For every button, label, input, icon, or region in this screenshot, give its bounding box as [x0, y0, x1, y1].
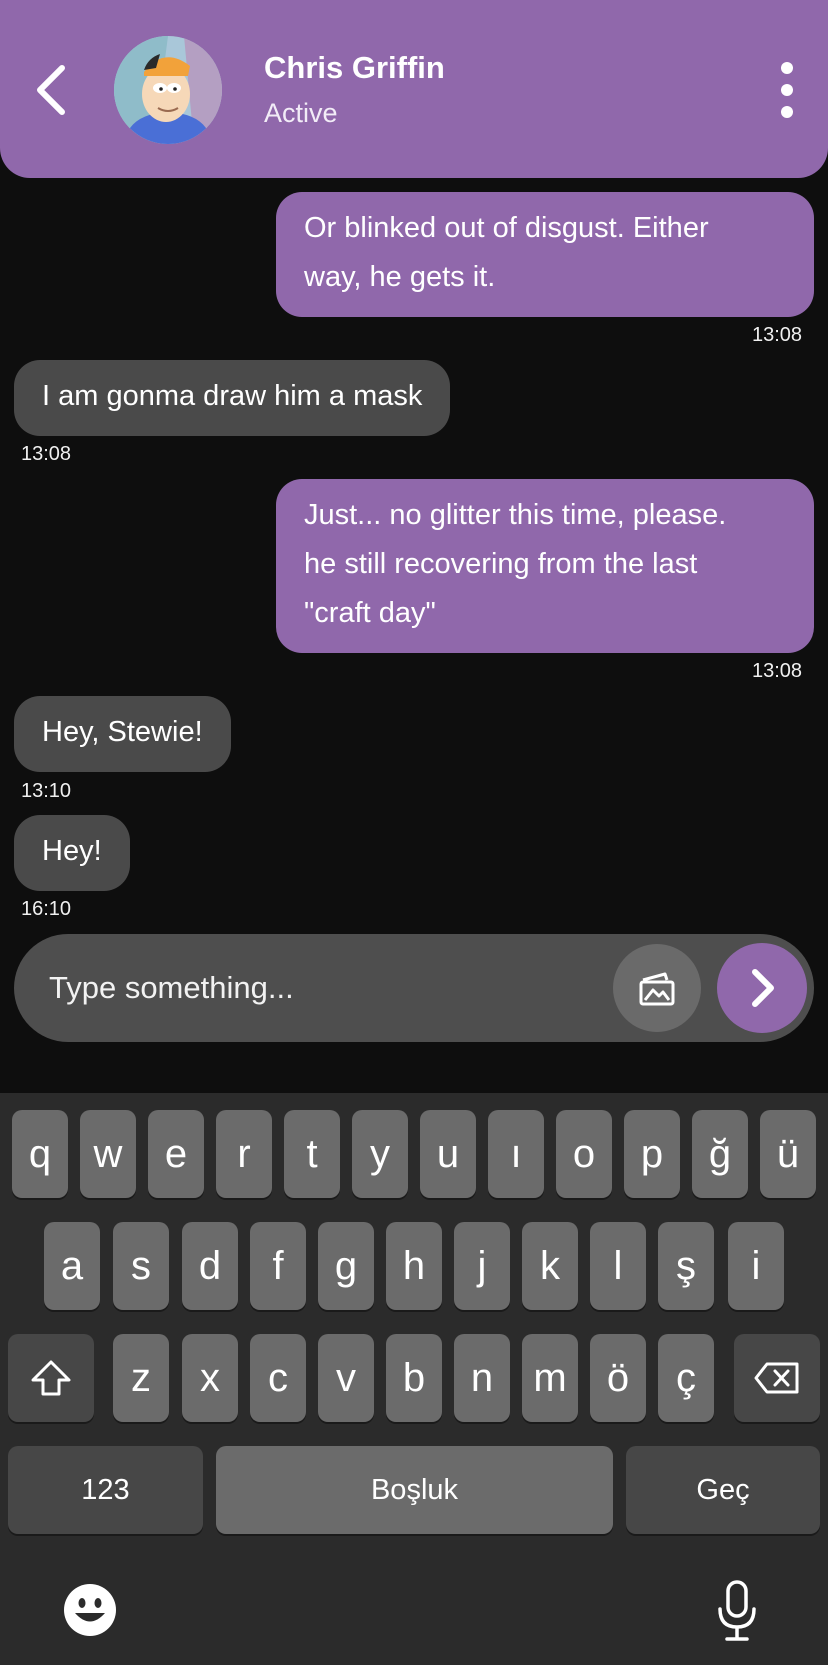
send-button[interactable]: [717, 943, 807, 1033]
key-f[interactable]: f: [250, 1222, 306, 1310]
key-o-umlaut[interactable]: ö: [590, 1334, 646, 1422]
message-composer: [14, 934, 814, 1042]
message-bubble-received[interactable]: Hey!: [14, 815, 130, 891]
key-o[interactable]: o: [556, 1110, 612, 1198]
microphone-button[interactable]: [712, 1577, 762, 1645]
key-i[interactable]: i: [728, 1222, 784, 1310]
key-l[interactable]: l: [590, 1222, 646, 1310]
key-g[interactable]: g: [318, 1222, 374, 1310]
message-time: 16:10: [21, 898, 72, 920]
message-time: 13:08: [21, 443, 72, 465]
chevron-left-icon: [37, 65, 65, 115]
key-u-umlaut[interactable]: ü: [760, 1110, 816, 1198]
message-time: 13:08: [752, 660, 803, 682]
message-bubble-received[interactable]: Hey, Stewie!: [14, 696, 231, 772]
key-s[interactable]: s: [113, 1222, 169, 1310]
key-t[interactable]: t: [284, 1110, 340, 1198]
key-q[interactable]: q: [12, 1110, 68, 1198]
avatar[interactable]: [114, 36, 222, 144]
message-input[interactable]: [49, 934, 569, 1042]
key-c-cedilla[interactable]: ç: [658, 1334, 714, 1422]
numbers-key[interactable]: 123: [8, 1446, 203, 1534]
message-text-line: way, he gets it.: [304, 261, 496, 293]
emoji-icon: [64, 1584, 116, 1636]
shift-key[interactable]: [8, 1334, 94, 1422]
key-w[interactable]: w: [80, 1110, 136, 1198]
key-b[interactable]: b: [386, 1334, 442, 1422]
chat-header: Chris Griffin Active: [0, 0, 828, 178]
message-text-line: "craft day": [304, 597, 436, 629]
message-text-line: I am gonma draw him a mask: [42, 380, 423, 412]
message-text-line: Or blinked out of disgust. Either: [304, 212, 709, 244]
message-text-line: Hey!: [42, 835, 102, 867]
microphone-icon: [718, 1580, 756, 1641]
key-j[interactable]: j: [454, 1222, 510, 1310]
message-time: 13:10: [21, 780, 72, 802]
shift-icon: [31, 1360, 71, 1396]
key-x[interactable]: x: [182, 1334, 238, 1422]
attach-image-button[interactable]: [613, 944, 701, 1032]
message-text-line: Hey, Stewie!: [42, 716, 203, 748]
key-p[interactable]: p: [624, 1110, 680, 1198]
key-u[interactable]: u: [420, 1110, 476, 1198]
key-dotless-i[interactable]: ı: [488, 1110, 544, 1198]
key-g-breve[interactable]: ğ: [692, 1110, 748, 1198]
emoji-button[interactable]: [60, 1580, 120, 1640]
key-y[interactable]: y: [352, 1110, 408, 1198]
return-key[interactable]: Geç: [626, 1446, 820, 1534]
avatar-image: [114, 36, 222, 144]
backspace-key[interactable]: [734, 1334, 820, 1422]
image-gallery-icon: [639, 972, 675, 1006]
more-vertical-icon: [781, 62, 793, 74]
chevron-right-icon: [752, 969, 774, 1007]
message-text-line: he still recovering from the last: [304, 548, 698, 580]
key-m[interactable]: m: [522, 1334, 578, 1422]
space-key[interactable]: Boşluk: [216, 1446, 613, 1534]
key-v[interactable]: v: [318, 1334, 374, 1422]
contact-status: Active: [264, 98, 338, 128]
message-bubble-received[interactable]: I am gonma draw him a mask: [14, 360, 451, 436]
back-button[interactable]: [28, 58, 72, 122]
key-r[interactable]: r: [216, 1110, 272, 1198]
key-z[interactable]: z: [113, 1334, 169, 1422]
key-e[interactable]: e: [148, 1110, 204, 1198]
key-n[interactable]: n: [454, 1334, 510, 1422]
backspace-icon: [754, 1362, 799, 1394]
key-k[interactable]: k: [522, 1222, 578, 1310]
more-options-button[interactable]: [770, 62, 804, 118]
key-a[interactable]: a: [44, 1222, 100, 1310]
key-d[interactable]: d: [182, 1222, 238, 1310]
chat-screen: Chris Griffin Active Or blinked out of d…: [0, 0, 828, 1665]
message-bubble-sent[interactable]: Just... no glitter this time, please. he…: [276, 479, 814, 653]
key-c[interactable]: c: [250, 1334, 306, 1422]
message-text-line: Just... no glitter this time, please.: [304, 499, 727, 531]
key-h[interactable]: h: [386, 1222, 442, 1310]
keyboard: q w e r t y u ı o p ğ ü a s d f g h j k …: [0, 1093, 828, 1665]
message-bubble-sent[interactable]: Or blinked out of disgust. Either way, h…: [276, 192, 814, 317]
key-s-cedilla[interactable]: ş: [658, 1222, 714, 1310]
contact-name: Chris Griffin: [264, 50, 445, 85]
message-time: 13:08: [752, 324, 803, 346]
